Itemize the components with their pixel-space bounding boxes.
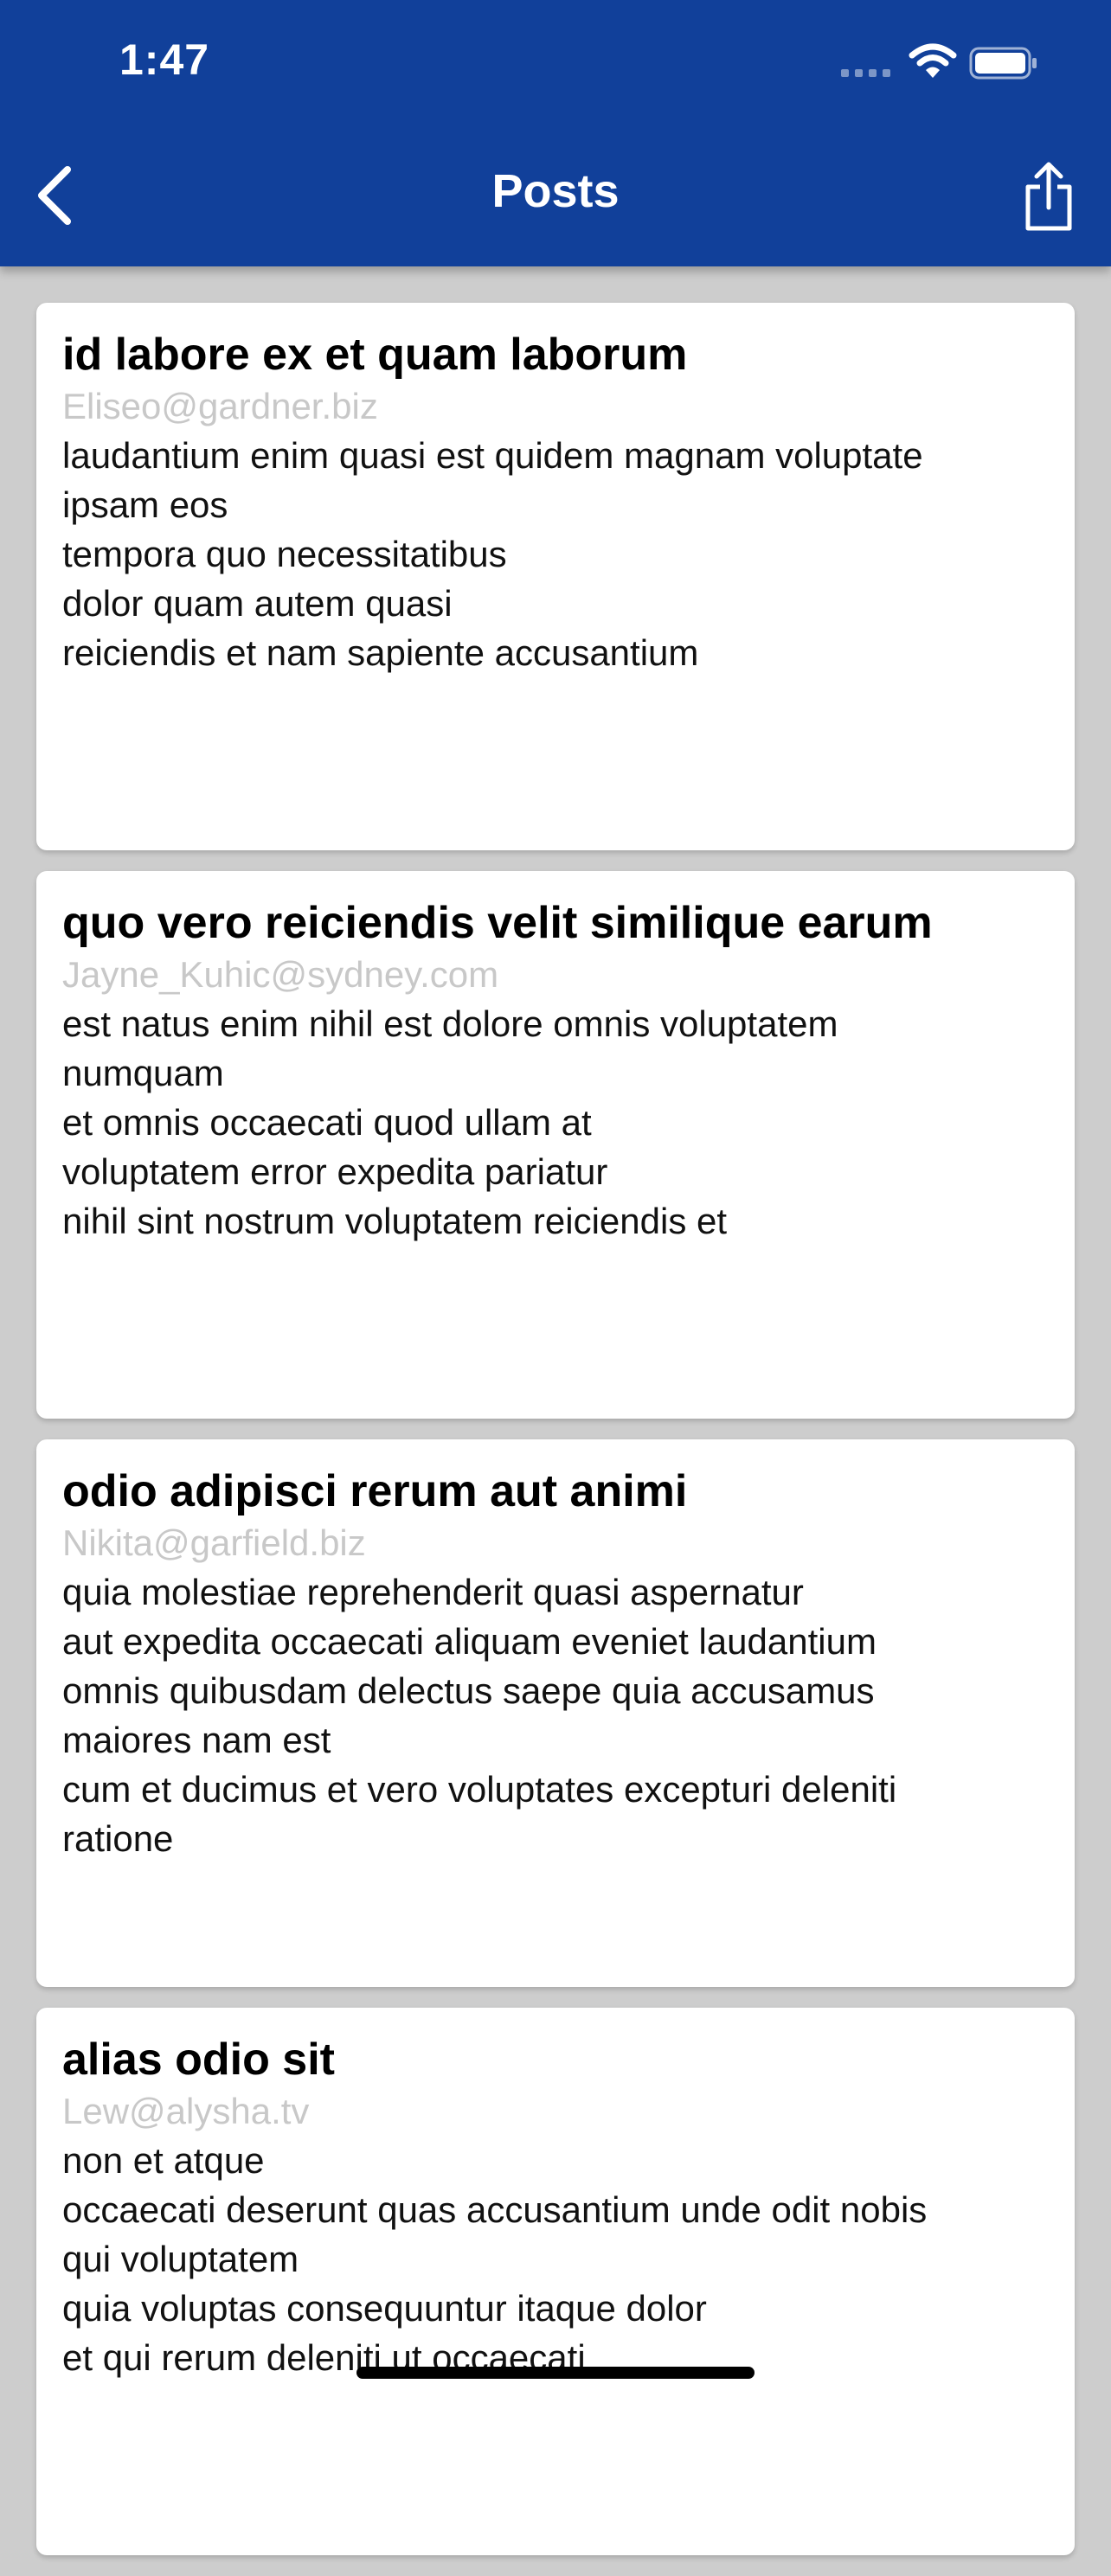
- status-time: 1:47: [119, 35, 210, 84]
- battery-icon: [969, 47, 1037, 80]
- post-email: Eliseo@gardner.biz: [62, 386, 378, 426]
- post-card[interactable]: alias odio sit Lew@alysha.tv non et atqu…: [36, 2008, 1075, 2555]
- post-body: laudantium enim quasi est quidem magnam …: [62, 435, 923, 673]
- navigation-bar: 1:47 Posts: [0, 0, 1111, 266]
- home-indicator[interactable]: [356, 2367, 755, 2379]
- post-email: Nikita@garfield.biz: [62, 1522, 366, 1563]
- post-card[interactable]: odio adipisci rerum aut animi Nikita@gar…: [36, 1439, 1075, 1987]
- post-list: id labore ex et quam laborum Eliseo@gard…: [36, 303, 1075, 2576]
- post-title: alias odio sit: [62, 2035, 335, 2085]
- post-title: quo vero reiciendis velit similique earu…: [62, 898, 933, 948]
- post-email: Lew@alysha.tv: [62, 2091, 310, 2131]
- signal-icon: [841, 69, 890, 77]
- post-email: Jayne_Kuhic@sydney.com: [62, 954, 499, 995]
- post-card[interactable]: id labore ex et quam laborum Eliseo@gard…: [36, 303, 1075, 850]
- post-body: quia molestiae reprehenderit quasi asper…: [62, 1572, 897, 1859]
- post-card[interactable]: quo vero reiciendis velit similique earu…: [36, 871, 1075, 1419]
- post-title: id labore ex et quam laborum: [62, 330, 688, 380]
- page-title: Posts: [491, 165, 620, 217]
- share-icon[interactable]: [1021, 161, 1076, 232]
- post-title: odio adipisci rerum aut animi: [62, 1466, 688, 1516]
- post-body: est natus enim nihil est dolore omnis vo…: [62, 1003, 838, 1241]
- wifi-icon: [909, 43, 957, 78]
- post-body: non et atque occaecati deserunt quas acc…: [62, 2140, 928, 2378]
